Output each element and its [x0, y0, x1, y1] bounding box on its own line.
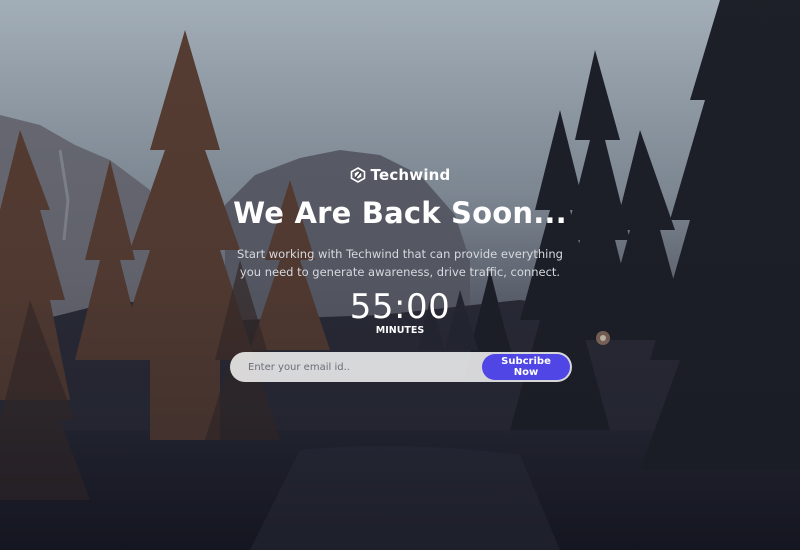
- page-subtitle: Start working with Techwind that can pro…: [237, 247, 563, 279]
- email-input[interactable]: [248, 352, 478, 382]
- subscribe-button[interactable]: Subcribe Now: [482, 354, 570, 380]
- brand-logo[interactable]: Techwind: [0, 166, 800, 184]
- brand-name: Techwind: [370, 166, 451, 184]
- countdown-timer: 55:00: [349, 287, 451, 327]
- page-title: We Are Back Soon...: [233, 196, 567, 230]
- countdown-label: MINUTES: [375, 325, 425, 336]
- techwind-logo-icon: [350, 167, 366, 183]
- subscribe-form: Subcribe Now: [230, 352, 572, 382]
- maintenance-page: Techwind We Are Back Soon... Start worki…: [0, 0, 800, 550]
